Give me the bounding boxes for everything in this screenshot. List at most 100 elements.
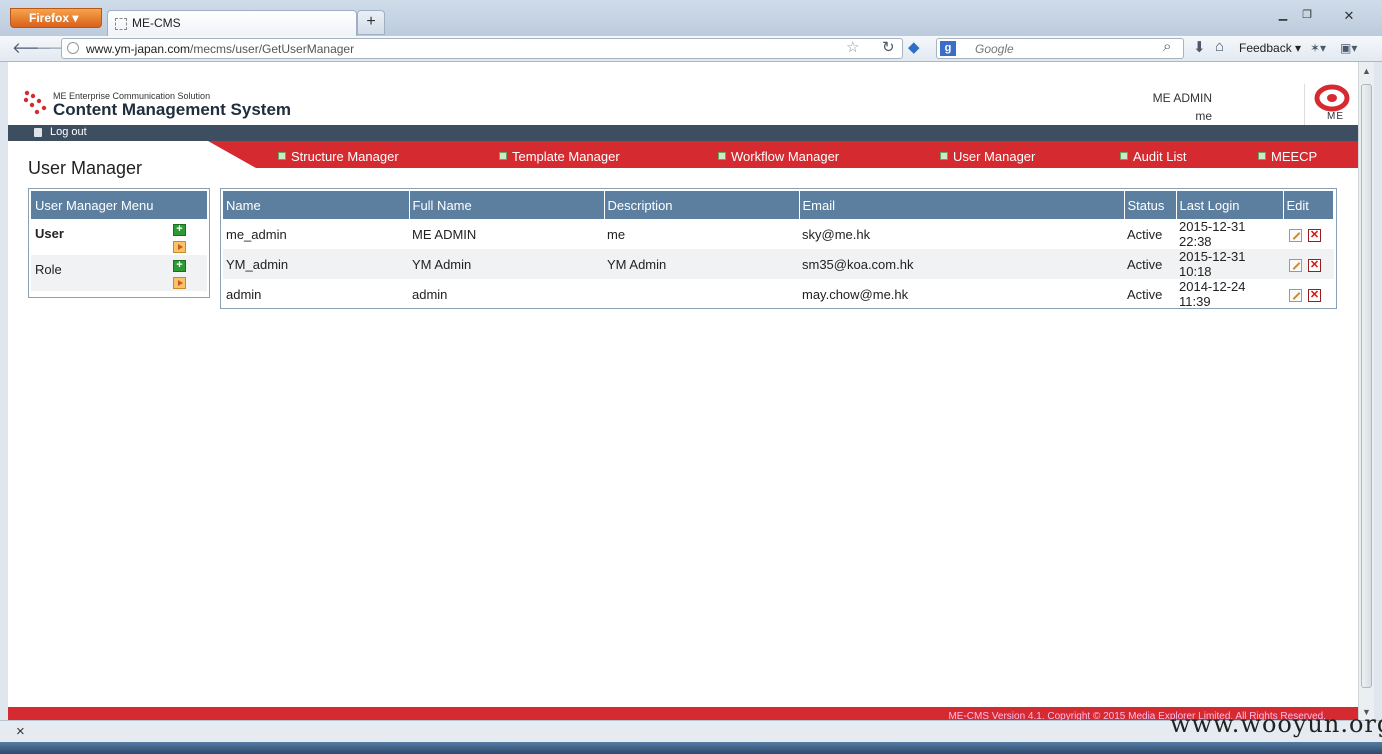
table-row: admin admin may.chow@me.hk Active 2014-1… bbox=[223, 279, 1334, 309]
bookmarks-icon[interactable]: ◆ bbox=[908, 38, 920, 56]
url-input[interactable]: www.ym-japan.com/mecms/user/GetUserManag… bbox=[61, 38, 903, 59]
menu-item-role[interactable]: Role + bbox=[31, 255, 207, 291]
nav-audit-list[interactable]: Audit List bbox=[1120, 149, 1186, 164]
cell-name: admin bbox=[226, 286, 262, 302]
column-header: Description bbox=[604, 191, 800, 219]
delete-icon[interactable]: ✕ bbox=[1308, 258, 1321, 272]
cell-edit: ✕ bbox=[1283, 249, 1334, 279]
current-user-role: me bbox=[1195, 109, 1212, 123]
delete-icon[interactable]: ✕ bbox=[1308, 228, 1321, 242]
search-input[interactable]: Google bbox=[936, 38, 1184, 59]
menu-item-user[interactable]: User + bbox=[31, 219, 207, 255]
cell-description: me bbox=[607, 226, 626, 242]
firefox-menu-button[interactable]: Firefox ▾ bbox=[10, 8, 102, 28]
nav-item-label: MEECP bbox=[1271, 149, 1318, 164]
os-taskbar bbox=[0, 742, 1382, 754]
structure-icon bbox=[278, 152, 286, 160]
column-header: Last Login bbox=[1176, 191, 1284, 219]
scroll-up-icon[interactable]: ▲ bbox=[1362, 66, 1371, 76]
search-engine-icon[interactable]: g bbox=[940, 41, 956, 56]
edit-icon[interactable] bbox=[1289, 258, 1302, 272]
open-user-list-icon[interactable] bbox=[173, 241, 186, 253]
cell-status: Active bbox=[1124, 249, 1176, 279]
edit-icon[interactable] bbox=[1289, 228, 1302, 242]
edit-icon[interactable] bbox=[1289, 288, 1302, 302]
cell-full-name: ME ADMIN bbox=[412, 226, 477, 242]
new-tab-button[interactable]: + bbox=[357, 10, 385, 35]
tab-favicon-icon bbox=[115, 18, 127, 30]
table-header-row: Name Full Name Description Email Status … bbox=[223, 191, 1334, 219]
menu-title: User Manager Menu bbox=[31, 191, 207, 219]
user-manager-menu: User Manager Menu User + Role + bbox=[28, 188, 210, 298]
column-header: Full Name bbox=[409, 191, 605, 219]
column-header: Name bbox=[223, 191, 410, 219]
addon-icon[interactable]: ✶▾ bbox=[1310, 41, 1326, 55]
reload-icon[interactable]: ↻ bbox=[882, 38, 895, 56]
cell-email: may.chow@me.hk bbox=[802, 286, 909, 302]
cell-last-login: 2014-12-24 11:39 bbox=[1179, 279, 1246, 309]
page-title: User Manager bbox=[28, 158, 143, 178]
me-logo-text: ME bbox=[1327, 111, 1344, 122]
menu-icon[interactable]: ▣▾ bbox=[1340, 41, 1357, 55]
wrench-icon bbox=[1258, 152, 1266, 160]
logout-icon[interactable] bbox=[34, 128, 42, 137]
cms-title: Content Management System bbox=[53, 100, 292, 119]
scrollbar-thumb[interactable] bbox=[1361, 84, 1372, 688]
current-user-name: ME ADMIN bbox=[1152, 91, 1212, 105]
user-table: Name Full Name Description Email Status … bbox=[220, 188, 1337, 309]
close-addon-bar-icon[interactable]: × bbox=[16, 723, 25, 740]
download-icon[interactable]: ⬇ bbox=[1193, 38, 1206, 56]
cell-edit: ✕ bbox=[1283, 279, 1334, 309]
me-logo: ME bbox=[1304, 84, 1352, 126]
maximize-window-icon[interactable]: ❐ bbox=[1296, 8, 1318, 24]
cell-full-name: YM Admin bbox=[409, 249, 604, 279]
cell-full-name: admin bbox=[412, 286, 448, 302]
cell-description: YM Admin bbox=[604, 249, 799, 279]
feedback-button[interactable]: Feedback ▾ bbox=[1239, 41, 1301, 55]
site-identity-icon[interactable] bbox=[67, 42, 79, 54]
vertical-scrollbar[interactable]: ▲ ▼ bbox=[1358, 62, 1374, 720]
wrench-icon bbox=[1120, 152, 1128, 160]
column-header: Status bbox=[1124, 191, 1177, 219]
nav-user-manager[interactable]: User Manager bbox=[940, 149, 1035, 164]
page-footer: ME-CMS Version 4.1. Copyright © 2015 Med… bbox=[8, 707, 1358, 720]
browser-tab[interactable]: ME-CMS bbox=[107, 10, 357, 37]
delete-icon[interactable]: ✕ bbox=[1308, 288, 1321, 302]
close-window-icon[interactable]: ✕ bbox=[1334, 8, 1364, 24]
nav-meecp[interactable]: MEECP bbox=[1258, 149, 1317, 164]
search-placeholder: Google bbox=[975, 42, 1014, 56]
tab-title: ME-CMS bbox=[132, 16, 181, 30]
cell-edit: ✕ bbox=[1283, 219, 1334, 249]
table-row: YM_admin YM Admin YM Admin sm35@koa.com.… bbox=[223, 249, 1334, 279]
search-icon[interactable]: ⌕ bbox=[1163, 38, 1171, 55]
minimize-window-icon[interactable]: ▁ bbox=[1272, 8, 1294, 24]
cell-description bbox=[604, 279, 799, 309]
page-viewport: ME Enterprise Communication Solution Con… bbox=[8, 62, 1358, 720]
nav-template-manager[interactable]: Template Manager bbox=[499, 149, 620, 164]
menu-item-label[interactable]: User bbox=[35, 226, 64, 241]
feedback-label: Feedback bbox=[1239, 41, 1292, 55]
cell-status: Active bbox=[1127, 286, 1163, 302]
nav-item-label: Audit List bbox=[1133, 149, 1187, 164]
cell-name: YM_admin bbox=[223, 249, 409, 279]
cms-logo-icon bbox=[24, 90, 47, 115]
add-role-icon[interactable]: + bbox=[173, 260, 186, 272]
cell-status: Active bbox=[1127, 226, 1163, 242]
nav-workflow-manager[interactable]: Workflow Manager bbox=[718, 149, 839, 164]
bookmark-star-icon[interactable]: ☆ bbox=[846, 38, 859, 56]
logout-link[interactable]: Log out bbox=[50, 126, 87, 138]
table-row: me_admin ME ADMIN me sky@me.hk Active 20… bbox=[223, 219, 1334, 249]
workflow-icon bbox=[718, 152, 726, 160]
template-icon bbox=[499, 152, 507, 160]
cell-email: sm35@koa.com.hk bbox=[799, 249, 1124, 279]
open-role-list-icon[interactable] bbox=[173, 277, 186, 289]
nav-structure-manager[interactable]: Structure Manager bbox=[278, 149, 399, 164]
nav-item-label: User Manager bbox=[953, 149, 1036, 164]
menu-item-label[interactable]: Role bbox=[35, 262, 62, 277]
add-user-icon[interactable]: + bbox=[173, 224, 186, 236]
home-icon[interactable]: ⌂ bbox=[1215, 38, 1224, 55]
cell-name: me_admin bbox=[226, 226, 287, 242]
nav-item-label: Structure Manager bbox=[291, 149, 399, 164]
url-host: www.ym-japan.com bbox=[86, 42, 191, 56]
column-header: Email bbox=[799, 191, 1125, 219]
